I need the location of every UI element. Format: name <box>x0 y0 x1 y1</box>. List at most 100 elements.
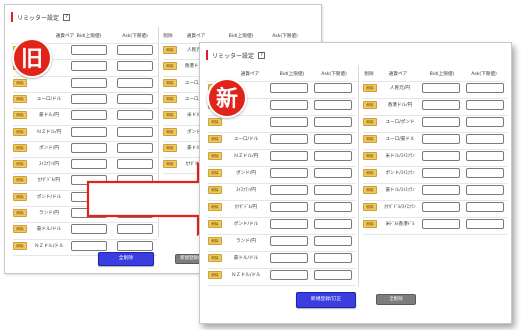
old-left-row-delete-button[interactable]: 削除 <box>13 78 27 87</box>
new-left-row-delete-button[interactable]: 削除 <box>208 271 222 279</box>
new-left-row-delete-button[interactable]: 削除 <box>208 169 222 177</box>
new-right-row-ask-input[interactable] <box>466 151 504 161</box>
old-delete-all-button[interactable]: 全削除 <box>98 252 154 266</box>
old-left-row-delete-button[interactable]: 削除 <box>13 192 27 201</box>
new-left-row-bid-input[interactable] <box>270 151 308 161</box>
new-left-row-delete-button[interactable]: 削除 <box>208 135 222 143</box>
old-left-row-delete-button[interactable]: 削除 <box>13 143 27 152</box>
new-left-row-delete-button[interactable]: 削除 <box>208 254 222 262</box>
new-right-row-bid-input[interactable] <box>422 202 460 212</box>
old-left-row-ask-input[interactable] <box>117 77 153 88</box>
help-icon[interactable]: ? <box>63 13 71 21</box>
new-left-row-bid-input[interactable] <box>270 270 308 280</box>
old-left-row-bid-input[interactable] <box>71 61 107 72</box>
new-left-row-delete-button[interactable]: 削除 <box>208 220 222 228</box>
old-right-row-delete-button[interactable]: 削除 <box>163 143 177 152</box>
old-left-row-delete-button[interactable]: 削除 <box>13 176 27 185</box>
new-right-row-delete-button[interactable]: 削除 <box>363 203 377 211</box>
new-right-row-ask-input[interactable] <box>466 83 504 93</box>
new-register-button[interactable]: 新規登録/訂正 <box>296 292 356 308</box>
new-right-row-delete-button[interactable]: 削除 <box>363 101 377 109</box>
new-right-row-delete-button[interactable]: 削除 <box>363 169 377 177</box>
new-right-row-ask-input[interactable] <box>466 219 504 229</box>
new-left-row-ask-input[interactable] <box>314 100 352 110</box>
old-right-row-delete-button[interactable]: 削除 <box>163 111 177 120</box>
new-right-row-ask-input[interactable] <box>466 202 504 212</box>
new-left-row-ask-input[interactable] <box>314 151 352 161</box>
old-left-row-ask-input[interactable] <box>117 93 153 104</box>
new-right-row-delete-button[interactable]: 削除 <box>363 135 377 143</box>
new-left-row-bid-input[interactable] <box>270 134 308 144</box>
new-left-row-bid-input[interactable] <box>270 219 308 229</box>
new-left-row-ask-input[interactable] <box>314 219 352 229</box>
old-left-row-delete-button[interactable]: 削除 <box>13 241 27 250</box>
new-left-row-bid-input[interactable] <box>270 168 308 178</box>
new-right-row-ask-input[interactable] <box>466 185 504 195</box>
new-left-row-ask-input[interactable] <box>314 202 352 212</box>
new-right-row-bid-input[interactable] <box>422 117 460 127</box>
new-right-row-delete-button[interactable]: 削除 <box>363 220 377 228</box>
old-left-row-delete-button[interactable]: 削除 <box>13 111 27 120</box>
old-left-row-ask-input[interactable] <box>117 45 153 55</box>
new-left-row-delete-button[interactable]: 削除 <box>208 118 222 126</box>
new-right-row-delete-button[interactable]: 削除 <box>363 186 377 194</box>
new-left-row-ask-input[interactable] <box>314 117 352 127</box>
old-left-row-ask-input[interactable] <box>117 110 153 121</box>
new-left-row-bid-input[interactable] <box>270 236 308 246</box>
new-delete-all-button[interactable]: 全削除 <box>376 294 416 305</box>
old-left-row-bid-input[interactable] <box>71 77 107 88</box>
new-left-row-bid-input[interactable] <box>270 202 308 212</box>
old-left-row-bid-input[interactable] <box>71 45 107 55</box>
old-left-row-ask-input[interactable] <box>117 240 153 251</box>
new-left-row-ask-input[interactable] <box>314 134 352 144</box>
old-right-row-delete-button[interactable]: 削除 <box>163 94 177 103</box>
old-left-row-delete-button[interactable]: 削除 <box>13 127 27 136</box>
new-right-row-bid-input[interactable] <box>422 100 460 110</box>
new-left-row-bid-input[interactable] <box>270 83 308 93</box>
old-right-row-delete-button[interactable]: 削除 <box>163 46 177 54</box>
new-left-row-delete-button[interactable]: 削除 <box>208 186 222 194</box>
new-right-row-bid-input[interactable] <box>422 168 460 178</box>
new-right-row-bid-input[interactable] <box>422 219 460 229</box>
new-right-row-delete-button[interactable]: 削除 <box>363 152 377 160</box>
new-right-row-delete-button[interactable]: 削除 <box>363 118 377 126</box>
new-left-row-ask-input[interactable] <box>314 83 352 93</box>
old-left-row-ask-input[interactable] <box>117 142 153 153</box>
new-left-row-ask-input[interactable] <box>314 168 352 178</box>
old-left-row-bid-input[interactable] <box>71 93 107 104</box>
new-left-row-ask-input[interactable] <box>314 185 352 195</box>
new-right-row-bid-input[interactable] <box>422 151 460 161</box>
old-left-row-delete-button[interactable]: 削除 <box>13 225 27 234</box>
new-right-row-bid-input[interactable] <box>422 134 460 144</box>
new-left-row-delete-button[interactable]: 削除 <box>208 237 222 245</box>
new-left-row-ask-input[interactable] <box>314 253 352 263</box>
new-left-row-delete-button[interactable]: 削除 <box>208 203 222 211</box>
new-left-row-delete-button[interactable]: 削除 <box>208 152 222 160</box>
new-right-row-bid-input[interactable] <box>422 185 460 195</box>
old-left-row-delete-button[interactable]: 削除 <box>13 94 27 103</box>
new-left-row-bid-input[interactable] <box>270 117 308 127</box>
new-left-row-bid-input[interactable] <box>270 185 308 195</box>
old-left-row-ask-input[interactable] <box>117 126 153 137</box>
new-left-row-ask-input[interactable] <box>314 236 352 246</box>
new-right-row-delete-button[interactable]: 削除 <box>363 84 377 92</box>
new-right-row-ask-input[interactable] <box>466 117 504 127</box>
old-left-row-ask-input[interactable] <box>117 61 153 72</box>
old-right-row-delete-button[interactable]: 削除 <box>163 127 177 136</box>
old-right-row-delete-button[interactable]: 削除 <box>163 78 177 87</box>
old-right-row-delete-button[interactable]: 削除 <box>163 62 177 71</box>
new-right-row-bid-input[interactable] <box>422 83 460 93</box>
old-left-row-delete-button[interactable]: 削除 <box>13 209 27 217</box>
old-left-row-delete-button[interactable]: 削除 <box>13 160 27 169</box>
new-left-row-bid-input[interactable] <box>270 100 308 110</box>
new-right-row-ask-input[interactable] <box>466 168 504 178</box>
old-left-row-bid-input[interactable] <box>71 126 107 137</box>
help-icon[interactable]: ? <box>258 51 266 59</box>
new-left-row-bid-input[interactable] <box>270 253 308 263</box>
new-left-row-ask-input[interactable] <box>314 270 352 280</box>
new-right-row-ask-input[interactable] <box>466 100 504 110</box>
old-left-row-bid-input[interactable] <box>71 240 107 251</box>
old-left-row-bid-input[interactable] <box>71 110 107 121</box>
old-left-row-bid-input[interactable] <box>71 142 107 153</box>
new-right-row-ask-input[interactable] <box>466 134 504 144</box>
